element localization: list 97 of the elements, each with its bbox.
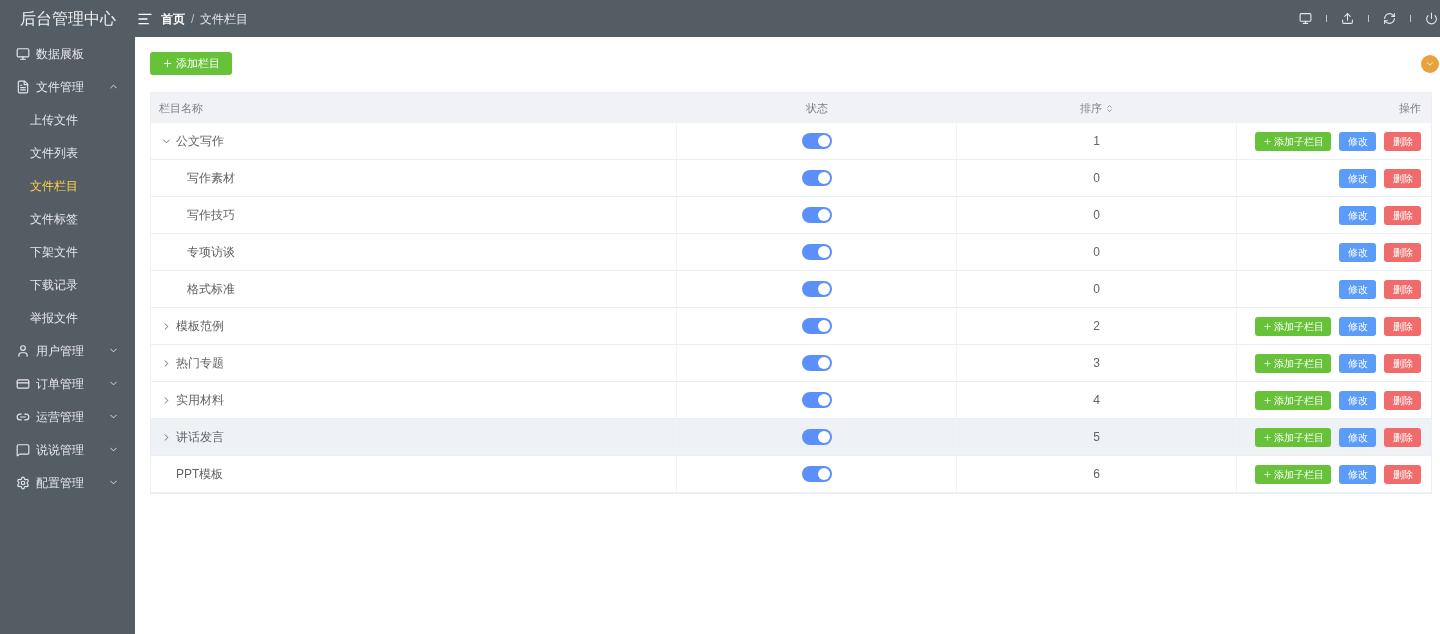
table-cell-text: 讲话发言 xyxy=(176,429,224,446)
delete-button[interactable]: 删除 xyxy=(1384,427,1421,447)
delete-button[interactable]: 删除 xyxy=(1384,353,1421,373)
delete-button[interactable]: 删除 xyxy=(1384,316,1421,336)
table-cell-text: 6 xyxy=(1093,466,1100,483)
edit-button[interactable]: 修改 xyxy=(1339,131,1376,151)
plus-icon xyxy=(1262,321,1272,331)
sidebar-subitem[interactable]: 下架文件 xyxy=(0,235,135,268)
sidebar-subitem[interactable]: 举报文件 xyxy=(0,301,135,334)
edit-button[interactable]: 修改 xyxy=(1339,205,1376,225)
table-cell-text: 1 xyxy=(1093,133,1100,150)
delete-button[interactable]: 删除 xyxy=(1384,279,1421,299)
toggle-switch[interactable] xyxy=(801,281,832,297)
edit-button[interactable]: 修改 xyxy=(1339,464,1376,484)
edit-button[interactable]: 修改 xyxy=(1339,390,1376,410)
delete-button[interactable]: 删除 xyxy=(1384,168,1421,188)
user-icon xyxy=(16,343,30,358)
toggle-switch[interactable] xyxy=(801,133,832,149)
sidebar-subitem[interactable]: 文件标签 xyxy=(0,202,135,235)
sidebar-subitem[interactable]: 上传文件 xyxy=(0,103,135,136)
table-cell-text: 3 xyxy=(1093,355,1100,372)
card-icon xyxy=(16,376,30,391)
column-header: 栏目名称 xyxy=(159,100,203,116)
toggle-switch[interactable] xyxy=(801,355,832,371)
sidebar-subitem[interactable]: 文件栏目 xyxy=(0,169,135,202)
delete-button[interactable]: 删除 xyxy=(1384,205,1421,225)
sidebar-item[interactable]: 用户管理 xyxy=(0,334,135,367)
breadcrumb-separator: / xyxy=(191,10,195,28)
table-cell-text: 公文写作 xyxy=(176,133,224,150)
sidebar-subitem[interactable]: 下载记录 xyxy=(0,268,135,301)
delete-button[interactable]: 删除 xyxy=(1384,390,1421,410)
toggle-switch[interactable] xyxy=(801,244,832,260)
table-cell-text: 2 xyxy=(1093,318,1100,335)
add-child-button[interactable]: 添加子栏目 xyxy=(1255,390,1331,410)
sort-icon[interactable] xyxy=(1105,103,1114,113)
delete-button[interactable]: 删除 xyxy=(1384,464,1421,484)
sidebar-item[interactable]: 数据展板 xyxy=(0,37,135,70)
power-icon[interactable] xyxy=(1425,12,1438,25)
table-cell-text: 4 xyxy=(1093,392,1100,409)
toggle-switch[interactable] xyxy=(801,429,832,445)
settings-icon xyxy=(16,475,30,490)
add-child-button[interactable]: 添加子栏目 xyxy=(1255,131,1331,151)
toggle-switch[interactable] xyxy=(801,466,832,482)
sidebar-item[interactable]: 文件管理 xyxy=(0,70,135,103)
column-header: 操作 xyxy=(1399,100,1421,116)
edit-button[interactable]: 修改 xyxy=(1339,427,1376,447)
plus-icon xyxy=(1262,136,1272,146)
breadcrumb-link[interactable]: 首页 xyxy=(161,9,185,28)
add-column-button[interactable]: 添加栏目 xyxy=(150,52,232,75)
plus-icon xyxy=(1262,358,1272,368)
monitor-icon xyxy=(16,46,30,61)
document-icon xyxy=(16,79,30,94)
table-cell-text: PPT模板 xyxy=(176,466,224,483)
table-cell-text: 0 xyxy=(1093,244,1100,261)
upload-icon[interactable] xyxy=(1341,12,1354,25)
plus-icon xyxy=(1262,395,1272,405)
add-child-button[interactable]: 添加子栏目 xyxy=(1255,427,1331,447)
add-child-button[interactable]: 添加子栏目 xyxy=(1255,464,1331,484)
toggle-switch[interactable] xyxy=(801,392,832,408)
chat-icon xyxy=(16,442,30,457)
refresh-icon[interactable] xyxy=(1383,12,1396,25)
app-title: 后台管理中心 xyxy=(19,8,116,29)
table-cell-text: 0 xyxy=(1093,207,1100,224)
add-child-button[interactable]: 添加子栏目 xyxy=(1255,316,1331,336)
table-cell-text: 格式标准 xyxy=(187,281,235,298)
edit-button[interactable]: 修改 xyxy=(1339,242,1376,262)
sidebar-item[interactable]: 说说管理 xyxy=(0,433,135,466)
table-cell-text: 0 xyxy=(1093,170,1100,187)
plus-icon xyxy=(1262,469,1272,479)
edit-button[interactable]: 修改 xyxy=(1339,353,1376,373)
add-child-button[interactable]: 添加子栏目 xyxy=(1255,353,1331,373)
toggle-switch[interactable] xyxy=(801,207,832,223)
sidebar-item[interactable]: 配置管理 xyxy=(0,466,135,499)
table-cell-text: 0 xyxy=(1093,281,1100,298)
delete-button[interactable]: 删除 xyxy=(1384,131,1421,151)
column-header[interactable]: 排序 xyxy=(1080,99,1102,117)
table-cell-text: 专项访谈 xyxy=(187,244,235,261)
table-cell-text: 模板范例 xyxy=(176,318,224,335)
sidebar-item[interactable]: 运营管理 xyxy=(0,400,135,433)
edit-button[interactable]: 修改 xyxy=(1339,279,1376,299)
edit-button[interactable]: 修改 xyxy=(1339,316,1376,336)
table-cell-text: 5 xyxy=(1093,429,1100,446)
plus-icon xyxy=(162,58,173,69)
collapse-button[interactable] xyxy=(1421,54,1439,73)
table-cell-text: 写作技巧 xyxy=(187,207,235,224)
sidebar-item[interactable]: 订单管理 xyxy=(0,367,135,400)
delete-button[interactable]: 删除 xyxy=(1384,242,1421,262)
monitor-icon[interactable] xyxy=(1299,12,1312,25)
toggle-switch[interactable] xyxy=(801,170,832,186)
column-header: 状态 xyxy=(806,100,828,116)
table-cell-text: 热门专题 xyxy=(176,355,224,372)
sidebar-subitem[interactable]: 文件列表 xyxy=(0,136,135,169)
plus-icon xyxy=(1262,432,1272,442)
table-cell-text: 实用材料 xyxy=(176,392,224,409)
table-cell-text: 写作素材 xyxy=(187,170,235,187)
edit-button[interactable]: 修改 xyxy=(1339,168,1376,188)
toggle-switch[interactable] xyxy=(801,318,832,334)
